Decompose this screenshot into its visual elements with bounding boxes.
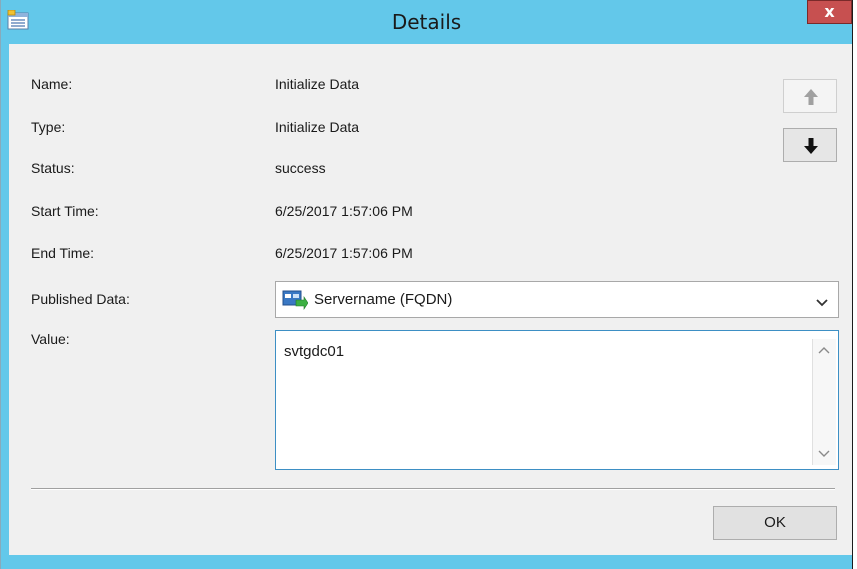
ok-button[interactable]: OK [713,506,837,540]
previous-item-button[interactable] [783,79,837,113]
details-dialog: Details x Name: Initialize Data Type: In… [0,0,854,569]
scroll-up-button[interactable] [813,341,835,361]
value-label: Value: [31,331,70,347]
start-time-value: 6/25/2017 1:57:06 PM [275,203,413,219]
arrow-down-icon [804,138,818,154]
scroll-down-button[interactable] [813,443,835,463]
chevron-down-icon[interactable] [816,293,828,312]
separator-highlight [31,489,835,490]
chevron-up-icon [818,347,830,354]
published-data-selected: Servername (FQDN) [314,291,453,308]
window-bottom-border [1,555,852,569]
close-button[interactable]: x [807,0,852,24]
end-time-label: End Time: [31,245,95,261]
chevron-down-icon [818,450,830,457]
published-data-label: Published Data: [31,291,130,307]
vertical-scrollbar[interactable] [812,339,836,465]
value-text: svtgdc01 [284,343,345,360]
type-label: Type: [31,119,66,135]
title-bar[interactable]: Details x [1,0,852,44]
name-value: Initialize Data [275,76,360,92]
published-data-select[interactable]: Servername (FQDN) [275,281,839,318]
status-label: Status: [31,160,75,176]
status-value: success [275,160,326,176]
type-value: Initialize Data [275,119,360,135]
next-item-button[interactable] [783,128,837,162]
arrow-up-icon [804,89,818,105]
window-title: Details [391,10,462,34]
name-label: Name: [31,76,73,92]
start-time-label: Start Time: [31,203,99,219]
end-time-value: 6/25/2017 1:57:06 PM [275,245,413,261]
data-field-icon [282,290,309,310]
value-textarea[interactable]: svtgdc01 [275,330,839,470]
close-icon: x [824,2,835,21]
window-edge [853,0,857,569]
